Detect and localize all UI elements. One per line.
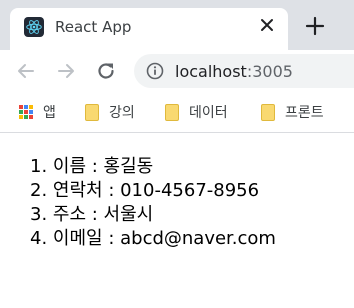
react-logo-icon (24, 17, 44, 37)
bookmark-label: 데이터 (189, 105, 228, 121)
url-text: localhost:3005 (175, 62, 293, 81)
list-number: 2. (30, 180, 48, 201)
tab-strip: React App (0, 0, 354, 50)
list-number: 4. (30, 228, 48, 249)
reload-icon[interactable] (94, 59, 118, 83)
folder-icon (85, 103, 99, 121)
bookmark-apps[interactable]: 앱 (19, 102, 56, 122)
browser-toolbar: localhost:3005 (0, 50, 354, 92)
bookmark-folder-lecture[interactable]: 강의 (85, 102, 135, 122)
forward-arrow-icon[interactable] (54, 59, 78, 83)
list-text: 주소 : 서울시 (52, 204, 154, 225)
list-item: 2. 연락처 : 010-4567-8956 (30, 179, 276, 203)
bookmark-folder-data[interactable]: 데이터 (165, 102, 228, 122)
list-number: 3. (30, 204, 48, 225)
page-content: 1. 이름 : 홍길동 2. 연락처 : 010-4567-8956 3. 주소… (0, 133, 354, 308)
info-list: 1. 이름 : 홍길동 2. 연락처 : 010-4567-8956 3. 주소… (30, 155, 276, 251)
bookmark-label: 프론트 (285, 105, 324, 121)
browser-window: React App localhost:3005 앱 강의 데이터 프론트 1.… (0, 0, 354, 308)
address-bar[interactable]: localhost:3005 (134, 54, 354, 88)
list-text: 이름 : 홍길동 (52, 156, 154, 177)
close-icon[interactable] (256, 14, 278, 36)
folder-icon (165, 103, 179, 121)
bookmark-label: 강의 (109, 105, 135, 121)
list-text: 이메일 : abcd@naver.com (52, 228, 276, 249)
list-item: 1. 이름 : 홍길동 (30, 155, 276, 179)
list-number: 1. (30, 156, 48, 177)
folder-icon (261, 103, 275, 121)
list-text: 연락처 : 010-4567-8956 (52, 180, 260, 201)
tab-title: React App (55, 18, 132, 36)
bookmark-folder-front[interactable]: 프론트 (261, 102, 324, 122)
plus-icon[interactable] (302, 13, 328, 39)
url-port: :3005 (246, 62, 293, 81)
info-icon[interactable] (146, 62, 164, 80)
list-item: 4. 이메일 : abcd@naver.com (30, 227, 276, 251)
back-arrow-icon[interactable] (14, 59, 38, 83)
apps-grid-icon (19, 105, 33, 119)
url-host: localhost (175, 62, 247, 81)
bookmark-label: 앱 (43, 105, 56, 121)
browser-tab[interactable]: React App (10, 8, 288, 50)
list-item: 3. 주소 : 서울시 (30, 203, 276, 227)
bookmarks-bar: 앱 강의 데이터 프론트 (0, 92, 354, 133)
